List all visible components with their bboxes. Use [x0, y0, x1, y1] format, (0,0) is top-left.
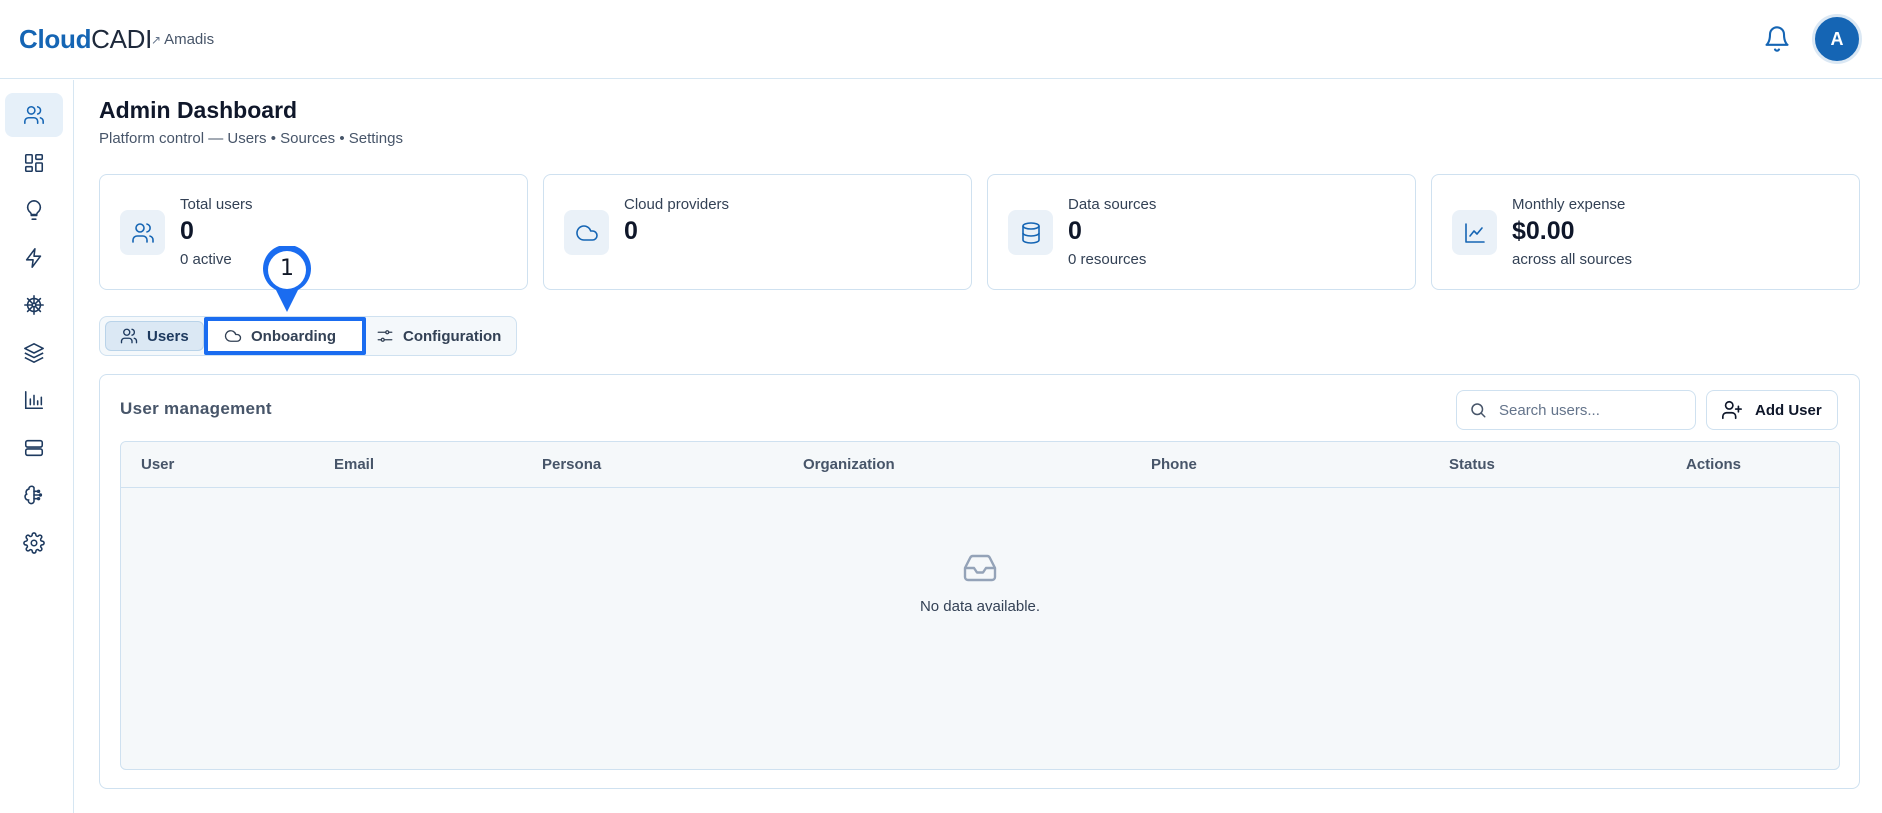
- stat-value: 0: [624, 217, 638, 245]
- page-subtitle: Platform control — Users • Sources • Set…: [99, 130, 403, 147]
- cloud-icon: [564, 210, 609, 255]
- dashboard-grid-icon: [24, 153, 44, 173]
- brain-icon: [24, 485, 43, 505]
- column-header-status[interactable]: Status: [1449, 456, 1495, 473]
- empty-state-text: No data available.: [919, 598, 1041, 615]
- brand-logo[interactable]: CloudCADI: [19, 24, 152, 55]
- bell-icon[interactable]: [1763, 25, 1791, 53]
- step-marker: 1: [261, 244, 313, 314]
- tenant-name: Amadis: [164, 31, 215, 48]
- tab-configuration[interactable]: Configuration: [362, 321, 515, 351]
- users-icon: [120, 328, 138, 344]
- stat-label: Monthly expense: [1512, 196, 1626, 213]
- database-icon: [1008, 210, 1053, 255]
- line-chart-icon: [1452, 210, 1497, 255]
- stat-value: 0: [1068, 217, 1082, 245]
- external-arrow-icon: ↗: [151, 32, 162, 47]
- lightbulb-icon: [26, 200, 42, 220]
- search-input[interactable]: [1499, 401, 1669, 419]
- stat-card-data-sources: Data sources 0 0 resources: [987, 174, 1416, 290]
- stat-value: $0.00: [1512, 217, 1575, 245]
- cloud-icon: [224, 330, 242, 342]
- column-header-actions[interactable]: Actions: [1686, 456, 1741, 473]
- sidebar-item-users[interactable]: [5, 93, 63, 137]
- step-marker-number: 1: [280, 256, 294, 281]
- stat-label: Total users: [180, 196, 253, 213]
- stat-card-total-users: Total users 0 0 active: [99, 174, 528, 290]
- sidebar: [0, 80, 74, 813]
- column-header-persona[interactable]: Persona: [542, 456, 601, 473]
- tenant-link[interactable]: ↗ Amadis: [151, 31, 214, 48]
- users-table: User Email Persona Organization Phone St…: [120, 441, 1840, 770]
- stat-sub: across all sources: [1512, 251, 1633, 268]
- tab-bar: Users Onboarding Configuration: [99, 316, 517, 356]
- stat-sub: 0 resources: [1068, 251, 1147, 268]
- sidebar-item-ai[interactable]: [5, 473, 63, 517]
- search-icon: [1471, 403, 1486, 418]
- inbox-icon: [963, 554, 997, 582]
- gear-icon: [23, 532, 45, 554]
- search-box[interactable]: [1456, 390, 1696, 430]
- sidebar-item-insights[interactable]: [5, 188, 63, 232]
- server-icon: [24, 439, 44, 457]
- lightning-icon: [25, 248, 42, 268]
- avatar[interactable]: A: [1812, 14, 1862, 64]
- sidebar-item-kubernetes[interactable]: [5, 283, 63, 327]
- stat-label: Cloud providers: [624, 196, 730, 213]
- add-user-icon: [1722, 400, 1742, 420]
- users-icon: [24, 105, 44, 125]
- add-user-button[interactable]: Add User: [1706, 390, 1838, 430]
- empty-state: No data available.: [121, 550, 1839, 615]
- stat-card-cloud-providers: Cloud providers 0: [543, 174, 972, 290]
- helm-wheel-icon: [24, 295, 44, 315]
- tab-onboarding[interactable]: Onboarding: [204, 317, 366, 355]
- table-header: User Email Persona Organization Phone St…: [121, 442, 1839, 488]
- panel-title: User management: [120, 399, 272, 418]
- page-title: Admin Dashboard: [99, 97, 298, 123]
- users-icon: [120, 210, 165, 255]
- sidebar-item-servers[interactable]: [5, 426, 63, 470]
- stat-card-monthly-expense: Monthly expense $0.00 across all sources: [1431, 174, 1860, 290]
- column-header-phone[interactable]: Phone: [1151, 456, 1197, 473]
- column-header-user[interactable]: User: [141, 456, 174, 473]
- sidebar-item-dashboard[interactable]: [5, 141, 63, 185]
- column-header-email[interactable]: Email: [334, 456, 374, 473]
- sidebar-item-layers[interactable]: [5, 331, 63, 375]
- sliders-icon: [377, 330, 393, 342]
- layers-icon: [24, 343, 44, 363]
- top-bar: CloudCADI ↗ Amadis A: [0, 0, 1882, 79]
- stat-sub: 0 active: [180, 251, 232, 268]
- tab-users[interactable]: Users: [105, 321, 204, 351]
- sidebar-item-analytics[interactable]: [5, 378, 63, 422]
- user-management-panel: User management Add User User Email Pers…: [99, 374, 1860, 789]
- column-header-organization[interactable]: Organization: [803, 456, 895, 473]
- sidebar-item-settings[interactable]: [5, 521, 63, 565]
- sidebar-item-actions[interactable]: [5, 236, 63, 280]
- stat-value: 0: [180, 217, 194, 245]
- bar-chart-icon: [24, 390, 44, 410]
- stat-label: Data sources: [1068, 196, 1157, 213]
